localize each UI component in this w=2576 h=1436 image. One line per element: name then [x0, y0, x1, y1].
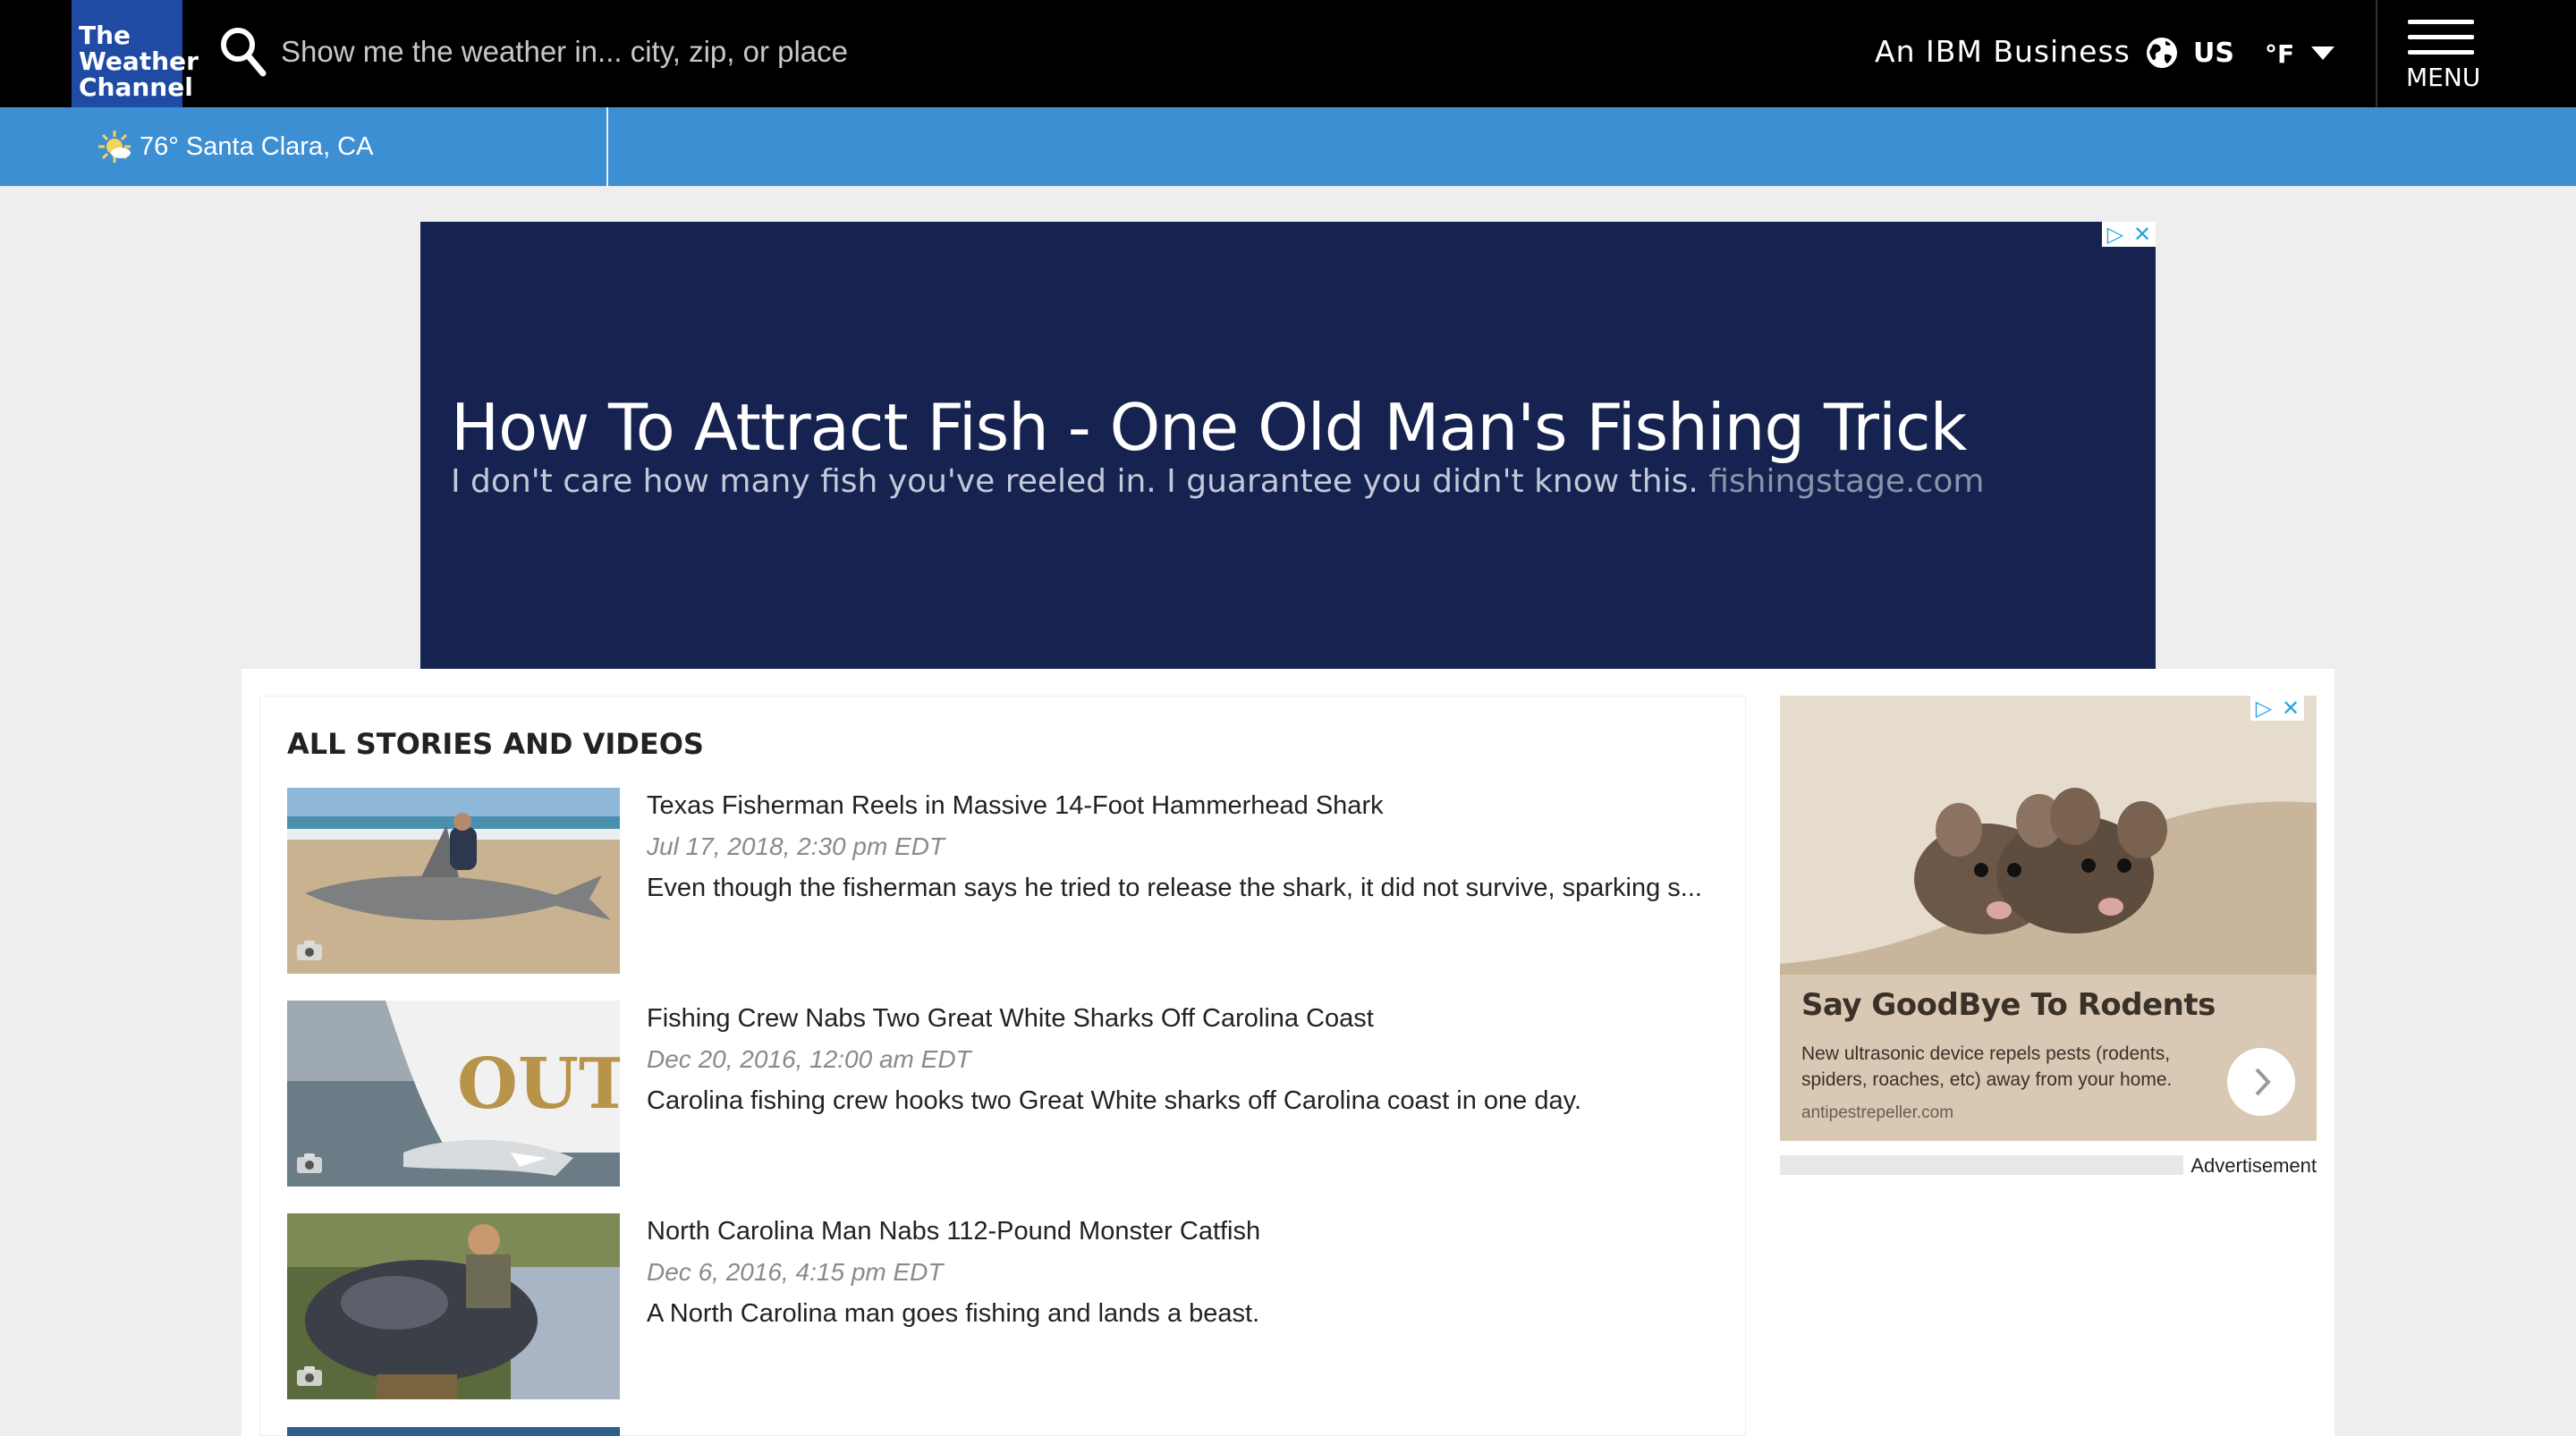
stories-list: ALL STORIES AND VIDEOS Texas Fisherman R… — [259, 696, 1746, 1436]
logo-line-3: Channel — [79, 72, 193, 102]
adchoices-badge[interactable]: ▷ ✕ — [2102, 222, 2156, 247]
story-thumbnail-shark[interactable] — [287, 788, 620, 974]
banner-ad-headline[interactable]: How To Attract Fish - One Old Man's Fish… — [451, 390, 1967, 465]
story-description: Even though the fisherman says he tried … — [647, 874, 1702, 902]
close-icon[interactable]: ✕ — [2277, 696, 2304, 721]
hammerhead-shark-image — [287, 788, 620, 974]
adchoices-badge[interactable]: ▷ ✕ — [2250, 696, 2304, 721]
chevron-down-icon[interactable] — [2311, 46, 2334, 60]
globe-icon[interactable] — [2145, 36, 2179, 70]
story-item[interactable]: OUT Fishing Crew Nabs Two Great White Sh… — [287, 1001, 1736, 1187]
side-ad-description: New ultrasonic device repels pests (rode… — [1801, 1043, 2173, 1090]
logo-line-1: The — [79, 21, 131, 50]
camera-icon — [297, 1366, 322, 1386]
story-thumbnail-boat[interactable]: OUT — [287, 1001, 620, 1187]
logo-line-2: Weather — [79, 46, 199, 76]
sidebar-ad[interactable]: ▷ ✕ Say GoodBye To Rodents New ultrasoni… — [1780, 696, 2317, 1141]
partly-sunny-icon — [98, 131, 131, 163]
unit-selector[interactable]: °F — [2265, 39, 2294, 69]
story-item[interactable]: North Carolina Man Nabs 112-Pound Monste… — [287, 1213, 1736, 1399]
side-ad-site[interactable]: antipestrepeller.com — [1801, 1103, 1953, 1123]
catfish-image — [287, 1213, 620, 1399]
story-title[interactable]: Texas Fisherman Reels in Massive 14-Foot… — [647, 791, 1384, 821]
chevron-right-icon — [2255, 1068, 2271, 1096]
banner-ad[interactable]: ▷ ✕ How To Attract Fish - One Old Man's … — [420, 222, 2156, 669]
story-thumbnail-catfish[interactable] — [287, 1213, 620, 1399]
svg-text:OUT: OUT — [457, 1043, 620, 1125]
stories-heading: ALL STORIES AND VIDEOS — [287, 727, 704, 761]
ad-label-bar: Advertisement — [1780, 1155, 2317, 1177]
story-item[interactable]: Texas Fisherman Reels in Massive 14-Foot… — [287, 788, 1736, 974]
close-icon[interactable]: ✕ — [2129, 222, 2156, 247]
top-bar: The Weather Channel An IBM Business US °… — [0, 0, 2576, 107]
story-date: Jul 17, 2018, 2:30 pm EDT — [647, 832, 945, 860]
side-ad-title[interactable]: Say GoodBye To Rodents — [1801, 987, 2216, 1023]
story-title[interactable]: North Carolina Man Nabs 112-Pound Monste… — [647, 1217, 1260, 1246]
camera-icon — [297, 1153, 322, 1173]
weather-channel-logo[interactable]: The Weather Channel — [72, 0, 199, 107]
location-bar: 76° Santa Clara, CA — [0, 107, 2576, 186]
story-description: A North Carolina man goes fishing and la… — [647, 1299, 1260, 1328]
adchoices-icon[interactable]: ▷ — [2250, 696, 2277, 721]
location-divider — [606, 107, 608, 186]
story-item[interactable] — [287, 1426, 1736, 1436]
advertisement-label: Advertisement — [2183, 1155, 2317, 1177]
banner-ad-text: I don't care how many fish you've reeled… — [451, 463, 1699, 500]
story-image — [287, 1427, 620, 1436]
story-title[interactable]: Fishing Crew Nabs Two Great White Sharks… — [647, 1004, 1374, 1034]
story-date: Dec 20, 2016, 12:00 am EDT — [647, 1045, 971, 1073]
menu-button[interactable]: MENU — [2376, 0, 2576, 107]
rodents-image — [1780, 696, 2317, 975]
current-location[interactable]: 76° Santa Clara, CA — [140, 132, 373, 162]
story-description: Carolina fishing crew hooks two Great Wh… — [647, 1086, 1582, 1115]
ibm-business-text: An IBM Business — [1875, 34, 2131, 69]
banner-ad-body: I don't care how many fish you've reeled… — [451, 463, 1984, 500]
adchoices-icon[interactable]: ▷ — [2102, 222, 2129, 247]
search-input[interactable] — [281, 27, 1175, 77]
story-date: Dec 6, 2016, 4:15 pm EDT — [647, 1258, 944, 1286]
side-ad-next-button[interactable] — [2227, 1048, 2295, 1116]
great-white-shark-image: OUT — [287, 1001, 620, 1187]
hamburger-icon — [2408, 20, 2474, 57]
current-temperature: 76° — [140, 132, 179, 161]
region-selector[interactable]: US — [2193, 38, 2234, 69]
current-city: Santa Clara, CA — [185, 132, 374, 161]
menu-label: MENU — [2406, 63, 2481, 92]
story-thumbnail[interactable] — [287, 1426, 620, 1436]
camera-icon — [297, 941, 322, 960]
banner-ad-site[interactable]: fishingstage.com — [1708, 463, 1984, 500]
search-icon[interactable] — [218, 25, 268, 79]
